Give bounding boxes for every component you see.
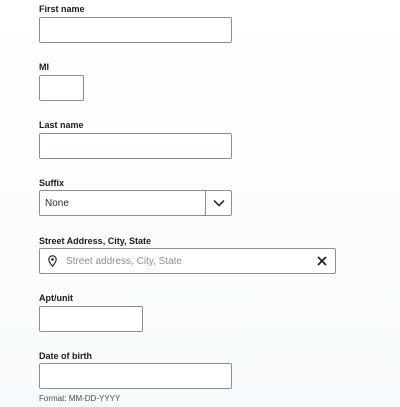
close-icon[interactable] — [309, 249, 335, 273]
first-name-field-box — [39, 17, 232, 43]
last-name-input[interactable] — [40, 134, 231, 158]
apt-unit-field-box — [39, 306, 143, 332]
address-field-box — [39, 248, 336, 274]
address-input[interactable] — [64, 249, 309, 273]
apt-unit-label: Apt/unit — [39, 293, 73, 303]
mi-label: MI — [39, 62, 49, 72]
dob-field-box — [39, 363, 232, 389]
suffix-select[interactable]: None — [39, 190, 232, 216]
mi-input[interactable] — [40, 76, 83, 100]
first-name-label: First name — [39, 4, 85, 14]
location-pin-icon — [40, 249, 64, 273]
chevron-down-icon[interactable] — [206, 191, 231, 215]
dob-label: Date of birth — [39, 351, 92, 361]
personal-info-form: First name MI Last name Suffix None Stre… — [0, 0, 400, 407]
apt-unit-input[interactable] — [40, 307, 142, 331]
address-label: Street Address, City, State — [39, 236, 152, 246]
dob-input[interactable] — [40, 364, 231, 388]
dob-format-hint: Format: MM-DD-YYYY — [39, 394, 121, 403]
mi-field-box — [39, 75, 84, 101]
suffix-selected-value: None — [45, 197, 69, 209]
first-name-input[interactable] — [40, 18, 231, 42]
last-name-label: Last name — [39, 120, 84, 130]
last-name-field-box — [39, 133, 232, 159]
suffix-label: Suffix — [39, 178, 65, 188]
